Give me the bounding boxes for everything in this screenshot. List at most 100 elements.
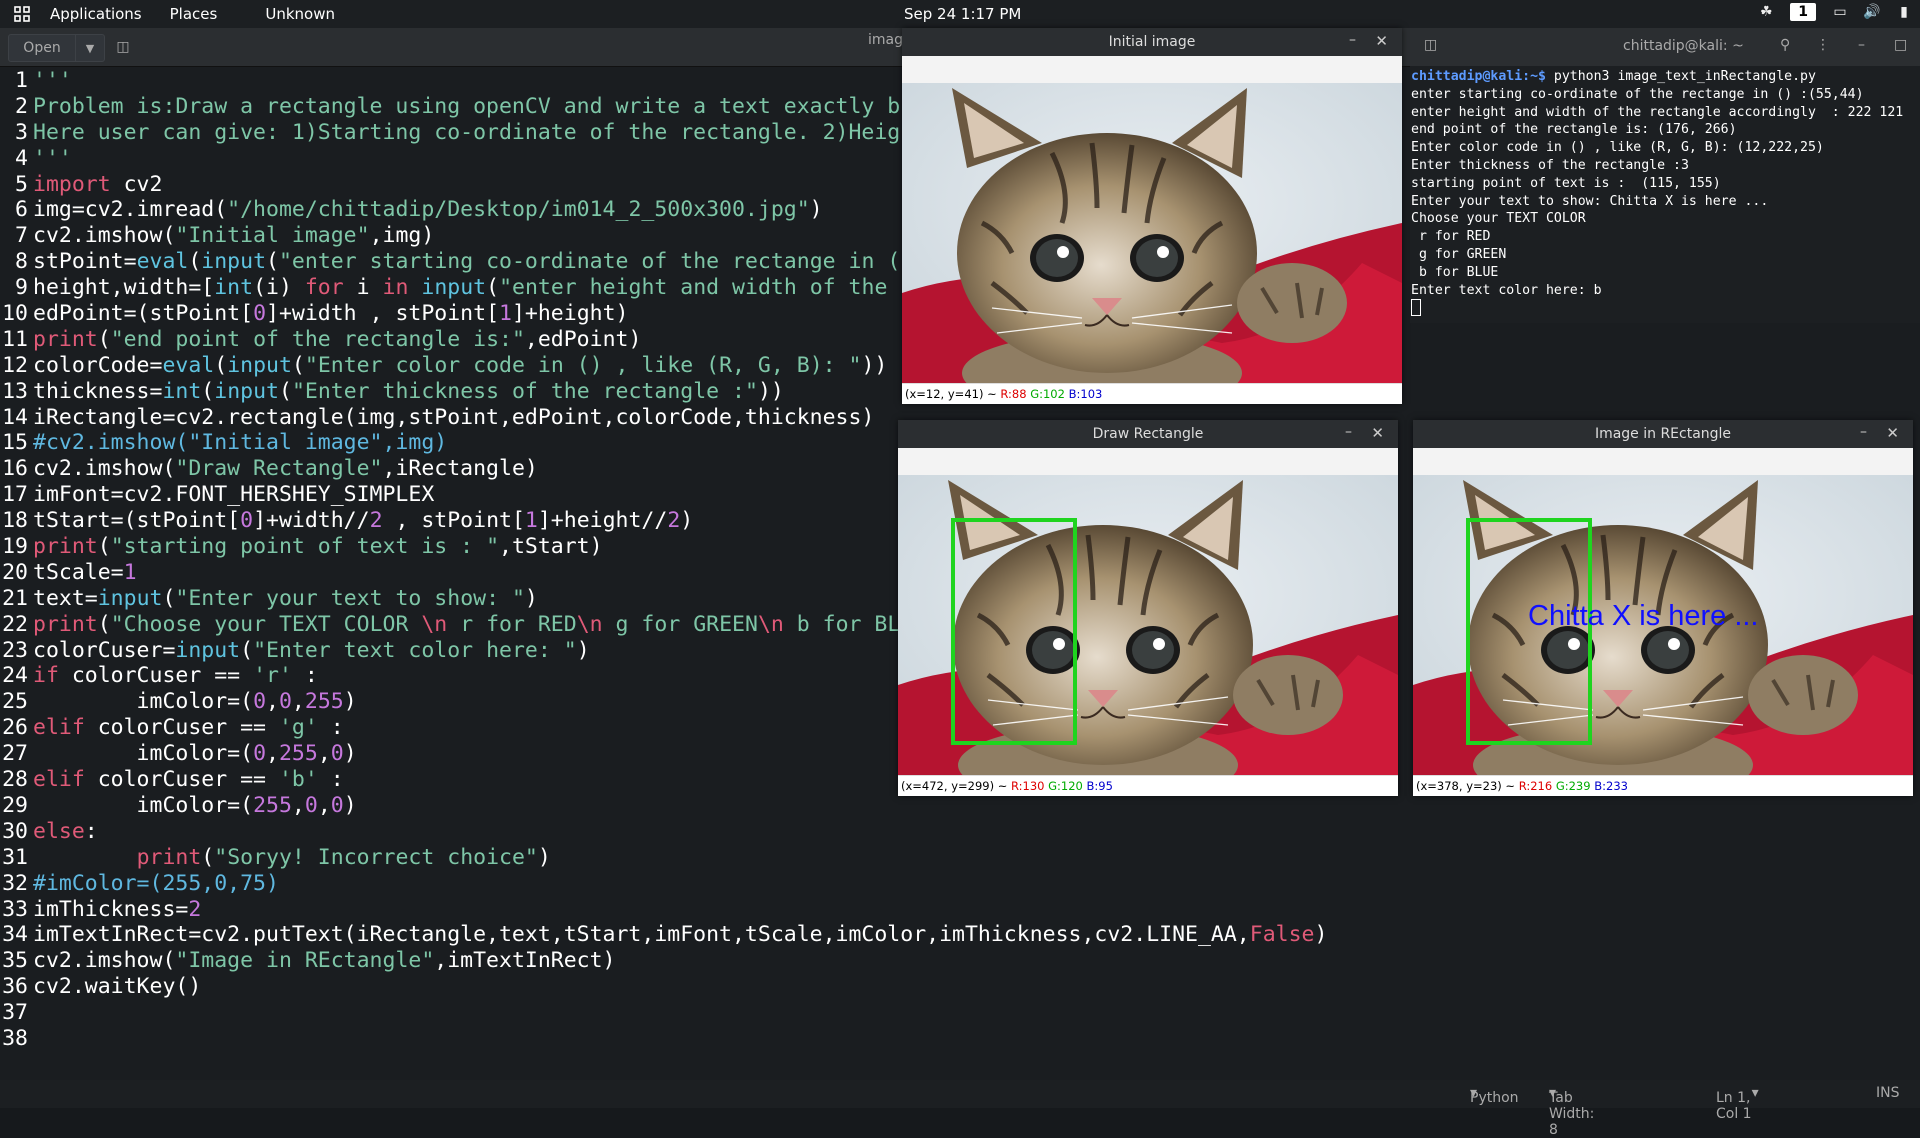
pixel-r: R:88 xyxy=(1000,387,1027,401)
image-toolbar xyxy=(898,448,1398,475)
kitten-image[interactable] xyxy=(902,83,1402,384)
chevron-down-icon[interactable]: ▼ xyxy=(76,42,104,55)
close-icon[interactable]: ✕ xyxy=(1371,424,1384,442)
terminal-titlebar[interactable]: ◫ chittadip@kali: ~ ⚲ ⋮ – □ xyxy=(1410,28,1920,66)
pixel-coords: (x=12, y=41) ~ xyxy=(905,387,997,401)
code-line[interactable]: 33 imThickness=2 xyxy=(0,897,1920,923)
terminal-window: ◫ chittadip@kali: ~ ⚲ ⋮ – □ chittadip@ka… xyxy=(1410,28,1920,323)
image-in-rectangle-window: Image in REctangle – ✕ Chitta X is here … xyxy=(1413,420,1913,796)
pixel-coords: (x=472, y=299) ~ xyxy=(901,779,1008,793)
minimize-icon[interactable]: – xyxy=(1349,32,1356,48)
kitten-image-with-rectangle[interactable] xyxy=(898,475,1398,776)
line-number: 24 xyxy=(2,663,28,689)
line-number: 35 xyxy=(2,948,28,974)
maximize-icon[interactable]: □ xyxy=(1894,37,1907,53)
tab-width-label: Tab Width: 8 xyxy=(1549,1090,1595,1138)
code-text: img=cv2.imread("/home/chittadip/Desktop/… xyxy=(33,197,823,223)
cursor-position[interactable]: Ln 1, Col 1 ▾ xyxy=(1716,1085,1759,1122)
code-line[interactable]: 32 #imColor=(255,0,75) xyxy=(0,871,1920,897)
code-text: stPoint=eval(input("enter starting co-or… xyxy=(33,249,901,275)
line-number: 3 xyxy=(15,119,28,145)
code-text: cv2.imshow("Image in REctangle",imTextIn… xyxy=(33,948,616,974)
menu-icon[interactable]: ⋮ xyxy=(1816,37,1830,53)
code-text: tScale=1 xyxy=(33,559,137,585)
line-number: 28 xyxy=(2,767,28,793)
line-number: 6 xyxy=(15,197,28,223)
editor-title: imag xyxy=(868,32,903,48)
line-number: 29 xyxy=(2,792,28,818)
line-number: 8 xyxy=(15,249,28,275)
line-number: 5 xyxy=(15,171,28,197)
window-titlebar[interactable]: Draw Rectangle – ✕ xyxy=(898,420,1398,448)
code-text: print("end point of the rectangle is:",e… xyxy=(33,326,642,352)
green-rectangle xyxy=(951,518,1077,745)
code-line[interactable]: 29 imColor=(255,0,0) xyxy=(0,793,1920,819)
minimize-icon[interactable]: – xyxy=(1860,424,1867,440)
language-label: Python xyxy=(1470,1090,1519,1106)
close-icon[interactable]: ✕ xyxy=(1886,424,1899,442)
window-titlebar[interactable]: Initial image – ✕ xyxy=(902,28,1402,56)
language-selector[interactable]: Python ▾ xyxy=(1470,1085,1519,1106)
code-text: #cv2.imshow("Initial image",img) xyxy=(33,430,448,456)
battery-icon[interactable]: ▮ xyxy=(1896,4,1912,20)
places-menu[interactable]: Places xyxy=(156,5,232,23)
unknown-menu[interactable]: Unknown xyxy=(251,5,349,23)
pixel-g: G:102 xyxy=(1030,387,1065,401)
cursor-position-label: Ln 1, Col 1 xyxy=(1716,1090,1752,1122)
line-number: 19 xyxy=(2,534,28,560)
pixel-r: R:130 xyxy=(1011,779,1045,793)
terminal-prompt: chittadip@kali:~$ xyxy=(1411,69,1546,84)
new-document-icon[interactable]: ◫ xyxy=(112,36,134,58)
line-number: 4 xyxy=(15,145,28,171)
code-line[interactable]: 31 print("Soryy! Incorrect choice") xyxy=(0,845,1920,871)
code-text: import cv2 xyxy=(33,171,163,197)
code-line[interactable]: 37 xyxy=(0,1000,1920,1026)
window-title: Image in REctangle xyxy=(1594,426,1732,442)
applications-menu[interactable]: Applications xyxy=(36,5,156,23)
line-number: 2 xyxy=(15,93,28,119)
draw-rectangle-window: Draw Rectangle – ✕ (x=472, y=299) ~ R:13… xyxy=(898,420,1398,796)
dragon-icon[interactable]: ☘ xyxy=(1758,4,1774,20)
code-text: #imColor=(255,0,75) xyxy=(33,870,279,896)
terminal-cursor xyxy=(1411,299,1421,317)
code-line[interactable]: 38 xyxy=(0,1026,1920,1052)
code-line[interactable]: 30 else: xyxy=(0,819,1920,845)
insert-mode: INS xyxy=(1876,1085,1900,1101)
system-tray: ☘ 1 ▭ 🔊 ▮ xyxy=(1758,3,1912,21)
code-line[interactable]: 36 cv2.waitKey() xyxy=(0,974,1920,1000)
code-line[interactable]: 35 cv2.imshow("Image in REctangle",imText… xyxy=(0,948,1920,974)
search-icon[interactable]: ⚲ xyxy=(1780,37,1790,53)
terminal-lines: enter starting co-ordinate of the rectan… xyxy=(1411,86,1904,298)
code-text: tStart=(stPoint[0]+width//2 , stPoint[1]… xyxy=(33,508,694,534)
overlay-text: Chitta X is here ... xyxy=(1528,600,1759,632)
new-tab-icon[interactable]: ◫ xyxy=(1424,37,1437,53)
line-number: 31 xyxy=(2,844,28,870)
line-number: 33 xyxy=(2,896,28,922)
code-text: cv2.waitKey() xyxy=(33,974,202,1000)
pixel-info: (x=472, y=299) ~ R:130 G:120 B:95 xyxy=(898,775,1398,796)
line-number: 37 xyxy=(2,1000,28,1026)
image-toolbar xyxy=(902,56,1402,83)
code-text: Problem is:Draw a rectangle using openCV… xyxy=(33,93,901,119)
workspace-indicator[interactable]: 1 xyxy=(1790,3,1816,21)
pixel-b: B:95 xyxy=(1086,779,1113,793)
window-titlebar[interactable]: Image in REctangle – ✕ xyxy=(1413,420,1913,448)
pixel-r: R:216 xyxy=(1518,779,1553,793)
open-button[interactable]: Open ▼ xyxy=(8,34,105,62)
line-number: 1 xyxy=(15,68,28,93)
minimize-icon[interactable]: – xyxy=(1345,424,1352,440)
close-icon[interactable]: ✕ xyxy=(1375,32,1388,50)
line-number: 23 xyxy=(2,637,28,663)
display-icon[interactable]: ▭ xyxy=(1832,4,1848,20)
volume-icon[interactable]: 🔊 xyxy=(1863,4,1880,20)
terminal-output[interactable]: chittadip@kali:~$ python3 image_text_inR… xyxy=(1411,68,1919,323)
clock[interactable]: Sep 24 1:17 PM xyxy=(904,5,1021,23)
line-number: 21 xyxy=(2,585,28,611)
kitten-image-with-text[interactable]: Chitta X is here ... xyxy=(1413,475,1913,776)
app-grid-icon[interactable] xyxy=(8,0,36,28)
code-line[interactable]: 34 imTextInRect=cv2.putText(iRectangle,te… xyxy=(0,922,1920,948)
line-number: 7 xyxy=(15,223,28,249)
code-text: elif colorCuser == 'g' : xyxy=(33,715,344,741)
tab-width-selector[interactable]: Tab Width: 8 ▾ xyxy=(1549,1085,1594,1138)
minimize-icon[interactable]: – xyxy=(1858,37,1865,53)
